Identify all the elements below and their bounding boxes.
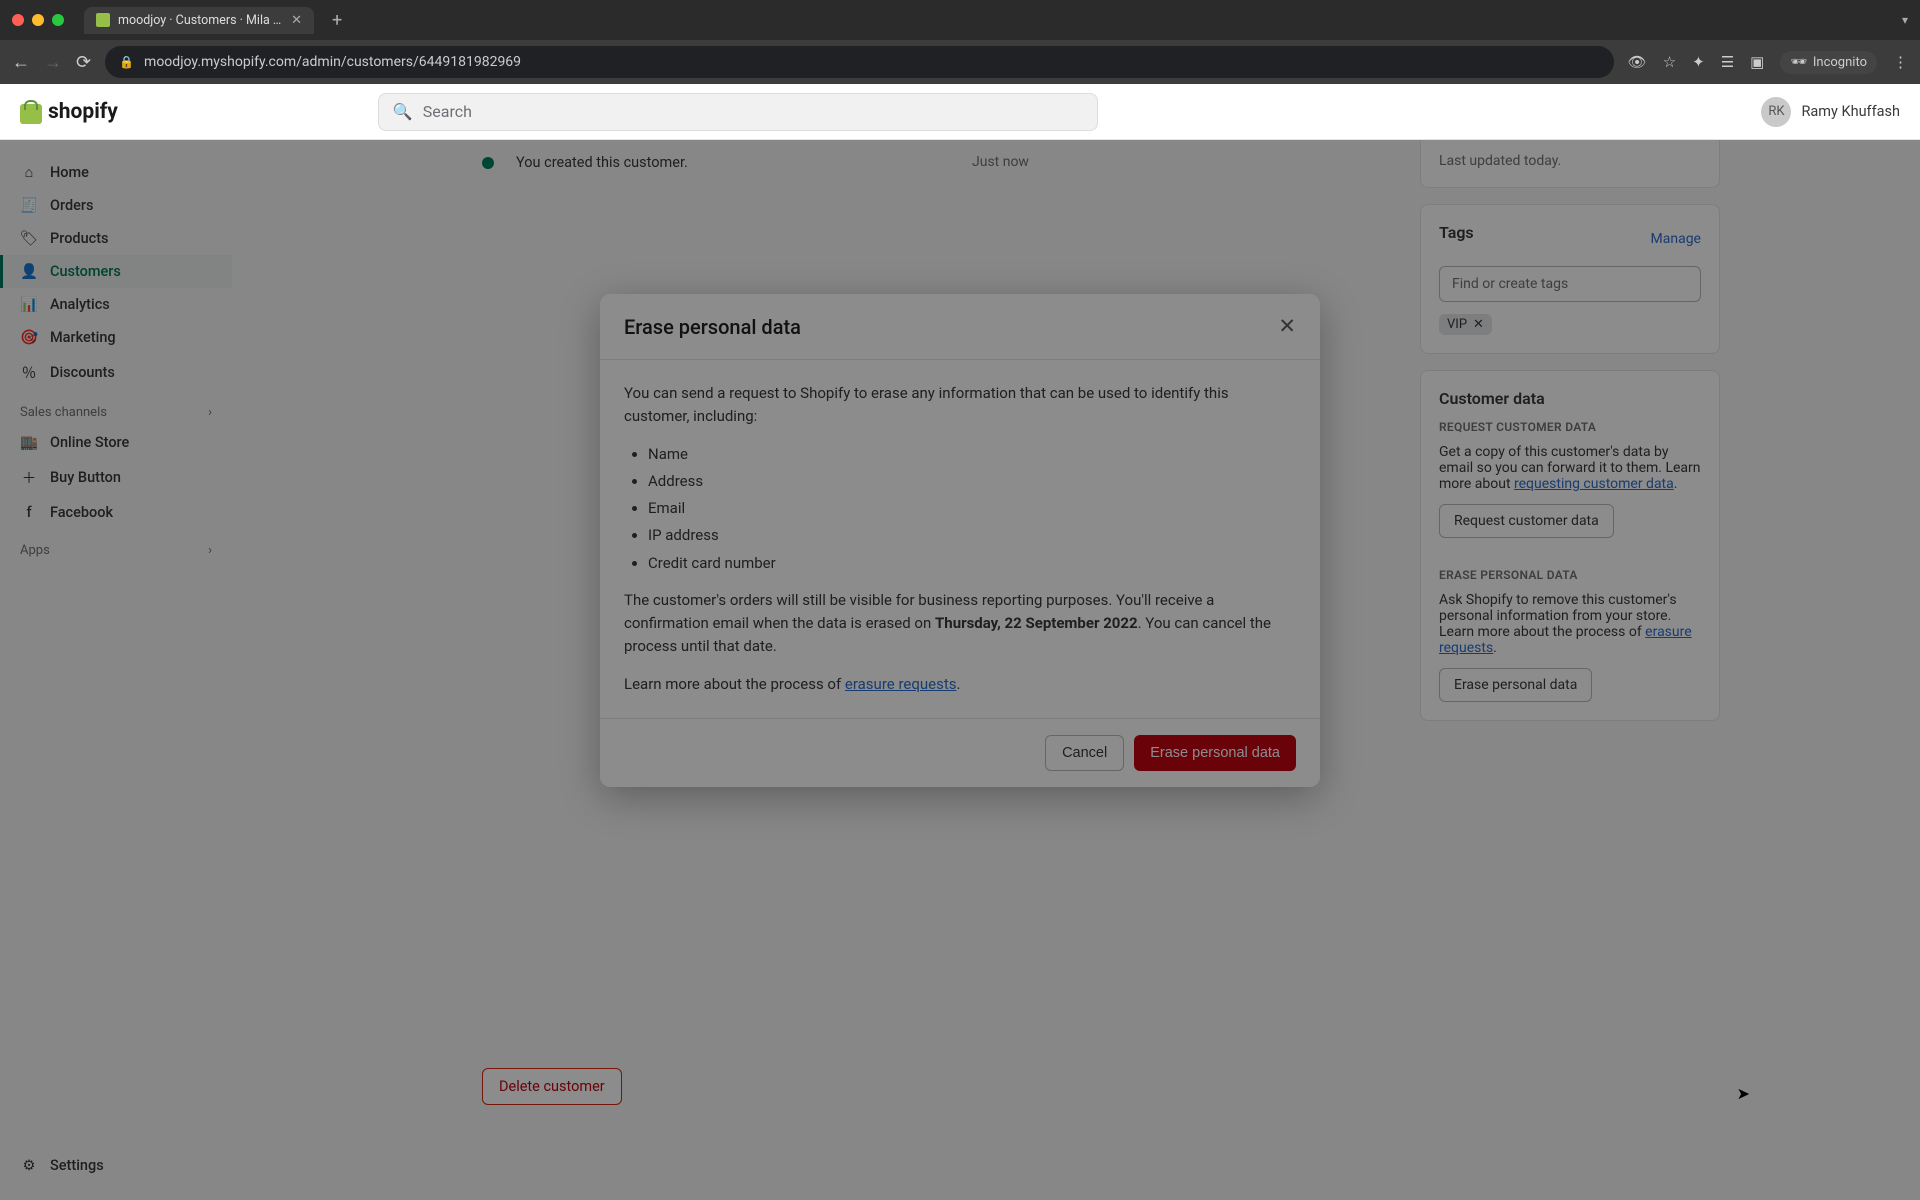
eye-off-icon[interactable]: 👁 — [1628, 53, 1647, 71]
close-window-btn[interactable] — [12, 14, 24, 26]
shopify-logo[interactable]: shopify — [20, 100, 118, 124]
user-name: Ramy Khuffash — [1801, 103, 1900, 120]
user-menu[interactable]: RK Ramy Khuffash — [1761, 97, 1900, 127]
tabs-overflow-icon[interactable]: ▾ — [1902, 13, 1908, 27]
tab-favicon — [96, 13, 110, 27]
incognito-label: Incognito — [1813, 55, 1867, 70]
forward-button: → — [44, 52, 62, 73]
avatar: RK — [1761, 97, 1791, 127]
browser-toolbar: ← → ⟳ 🔒 moodjoy.myshopify.com/admin/cust… — [0, 40, 1920, 84]
maximize-window-btn[interactable] — [52, 14, 64, 26]
shopify-bag-icon — [20, 100, 42, 124]
app-header: shopify 🔍 Search RK Ramy Khuffash — [0, 84, 1920, 140]
search-placeholder: Search — [423, 102, 472, 121]
new-tab-button[interactable]: + — [332, 10, 342, 31]
incognito-icon: 🕶 — [1790, 55, 1807, 70]
logo-text: shopify — [48, 100, 118, 124]
address-bar[interactable]: 🔒 moodjoy.myshopify.com/admin/customers/… — [105, 46, 1614, 78]
modal-overlay[interactable] — [0, 140, 1920, 1200]
search-input[interactable]: 🔍 Search — [378, 93, 1098, 131]
reload-button[interactable]: ⟳ — [76, 52, 91, 73]
reading-list-icon[interactable]: ☰ — [1721, 53, 1734, 71]
url-text: moodjoy.myshopify.com/admin/customers/64… — [144, 54, 521, 70]
extensions-icon[interactable]: ✦ — [1692, 53, 1705, 71]
incognito-badge: 🕶 Incognito — [1780, 51, 1877, 74]
minimize-window-btn[interactable] — [32, 14, 44, 26]
browser-menu-icon[interactable]: ⋮ — [1893, 53, 1908, 71]
lock-icon: 🔒 — [119, 55, 134, 69]
search-icon: 🔍 — [393, 102, 413, 121]
window-controls — [12, 14, 64, 26]
tab-title: moodjoy · Customers · Mila Jo… — [118, 13, 283, 28]
back-button[interactable]: ← — [12, 52, 30, 73]
panel-icon[interactable]: ▣ — [1750, 53, 1764, 71]
browser-tab[interactable]: moodjoy · Customers · Mila Jo… ✕ — [84, 7, 314, 34]
tab-close-icon[interactable]: ✕ — [291, 13, 302, 28]
browser-tabstrip: moodjoy · Customers · Mila Jo… ✕ + ▾ — [0, 0, 1920, 40]
star-icon[interactable]: ☆ — [1663, 53, 1676, 71]
